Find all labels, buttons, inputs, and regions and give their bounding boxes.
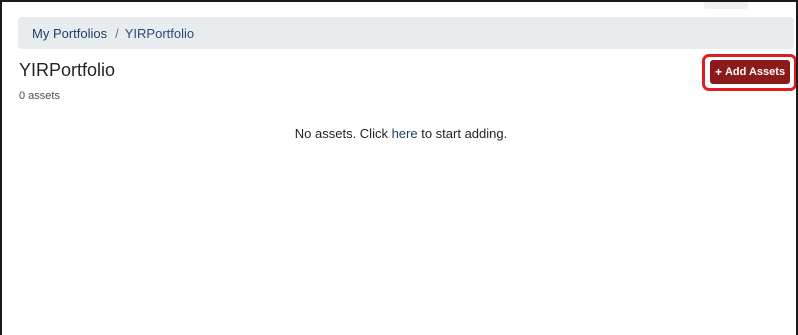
breadcrumb-separator: / xyxy=(115,25,119,41)
empty-state-prefix: No assets. Click xyxy=(294,126,392,141)
asset-count: 0 assets xyxy=(19,90,60,102)
page-title: YIRPortfolio xyxy=(19,60,116,80)
breadcrumb: My Portfolios / YIRPortfolio xyxy=(18,17,794,49)
empty-state-message: No assets. Click here to start adding. xyxy=(2,126,796,141)
breadcrumb-my-portfolios[interactable]: My Portfolios xyxy=(32,26,107,41)
breadcrumb-current: YIRPortfolio xyxy=(124,25,195,41)
add-assets-label: Add Assets xyxy=(724,66,786,78)
app-frame: My Portfolios / YIRPortfolio YIRPortfoli… xyxy=(0,0,798,335)
top-edge-tab xyxy=(704,2,748,9)
add-assets-button[interactable]: + Add Assets xyxy=(710,60,790,84)
empty-state-suffix: to start adding. xyxy=(417,126,508,141)
start-adding-link[interactable]: here xyxy=(392,126,418,141)
plus-icon: + xyxy=(714,65,722,79)
